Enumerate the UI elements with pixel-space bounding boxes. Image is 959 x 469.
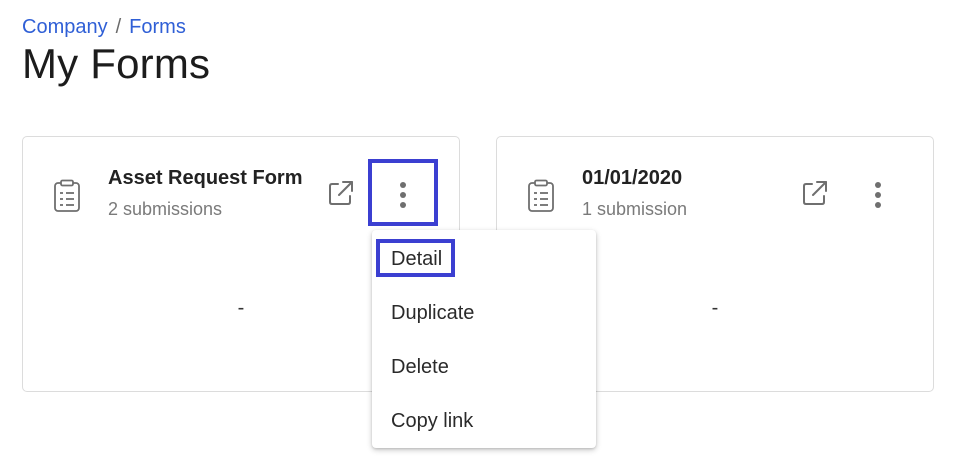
more-vert-icon [875, 182, 881, 208]
clipboard-icon [527, 179, 555, 213]
page-title: My Forms [22, 40, 211, 87]
external-link-icon[interactable] [800, 178, 830, 208]
menu-item-delete[interactable]: Delete [372, 340, 596, 394]
menu-item-duplicate[interactable]: Duplicate [372, 286, 596, 340]
more-vert-icon [400, 182, 406, 208]
context-menu: Detail Duplicate Delete Copy link [372, 230, 596, 448]
menu-item-copy-link[interactable]: Copy link [372, 394, 596, 448]
form-title[interactable]: Asset Request Form [108, 167, 303, 190]
external-link-icon[interactable] [326, 178, 356, 208]
clipboard-icon [53, 179, 81, 213]
breadcrumb: Company / Forms [22, 16, 186, 39]
form-submissions-count: 2 submissions [108, 199, 223, 219]
form-title[interactable]: 01/01/2020 [582, 167, 682, 190]
form-submissions-count: 1 submission [582, 199, 688, 219]
breadcrumb-item-forms[interactable]: Forms [129, 16, 186, 39]
forms-page: Company / Forms My Forms Asset Request F… [0, 0, 959, 469]
menu-item-detail[interactable]: Detail [372, 232, 596, 286]
more-options-button[interactable] [863, 175, 893, 215]
breadcrumb-separator: / [115, 16, 122, 38]
breadcrumb-item-company[interactable]: Company [22, 16, 108, 39]
more-options-button[interactable] [388, 175, 418, 215]
